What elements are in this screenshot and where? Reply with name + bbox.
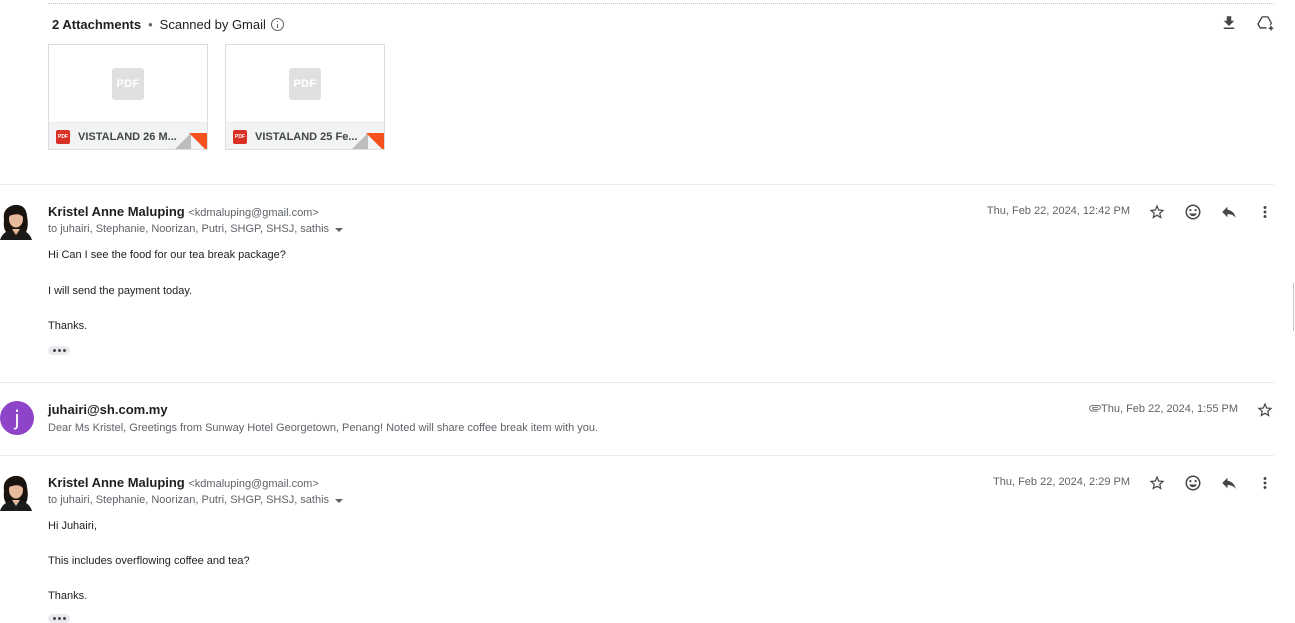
message-divider [0, 455, 1274, 456]
attachment-thumbnail: PDF [49, 45, 207, 122]
ellipsis-dot [52, 617, 56, 620]
pdf-file-icon: PDF [56, 130, 70, 144]
message-date[interactable]: Thu, Feb 22, 2024, 2:29 PM [980, 476, 1130, 488]
sender-avatar[interactable] [0, 202, 32, 240]
scanned-by-gmail-label: Scanned by Gmail [159, 16, 266, 32]
sender-avatar[interactable] [0, 473, 32, 511]
top-divider [48, 3, 1274, 4]
message-body-line: Hi Juhairi, [48, 520, 97, 532]
show-trimmed-content-button[interactable] [48, 614, 70, 623]
attachments-count: 2 Attachments [52, 16, 142, 32]
add-reaction-button[interactable] [1181, 471, 1205, 495]
attachment-filename: VISTALAND 26 M... [78, 131, 177, 143]
sender-name[interactable]: Kristel Anne Maluping [48, 475, 185, 490]
avatar-letter: j [14, 406, 20, 430]
more-options-button[interactable] [1253, 471, 1277, 495]
recipients-text: to juhairi, Stephanie, Noorizan, Putri, … [48, 223, 330, 235]
ellipsis-dot [57, 349, 61, 352]
add-reaction-button[interactable] [1181, 200, 1205, 224]
emoji-icon [1184, 203, 1202, 221]
star-button[interactable] [1253, 398, 1277, 422]
fold-corner-accent [366, 133, 384, 149]
emoji-icon [1184, 474, 1202, 492]
show-details-chevron-down-icon[interactable] [335, 499, 344, 503]
message-body-line: Hi Can I see the food for our tea break … [48, 249, 286, 261]
ellipsis-dot [52, 349, 56, 352]
sender-name[interactable]: Kristel Anne Maluping [48, 204, 185, 219]
ellipsis-dot [62, 349, 66, 352]
sender-avatar[interactable]: j [0, 401, 34, 435]
attachment-filename: VISTALAND 25 Fe... [255, 131, 358, 143]
message-body-line: I will send the payment today. [48, 285, 193, 297]
message-divider [0, 184, 1274, 185]
scrollbar-thumb[interactable] [1293, 283, 1294, 331]
message-body-line: Thanks. [48, 320, 88, 332]
attachment-footer: PDF VISTALAND 25 Fe... [226, 122, 384, 149]
sender-name[interactable]: juhairi@sh.com.my [48, 402, 168, 417]
recipients-line: to juhairi, Stephanie, Noorizan, Putri, … [48, 223, 344, 235]
message-header: Kristel Anne Maluping <kdmaluping@gmail.… [48, 475, 319, 490]
star-button[interactable] [1145, 200, 1169, 224]
star-button[interactable] [1145, 471, 1169, 495]
pdf-file-icon: PDF [233, 130, 247, 144]
reply-button[interactable] [1217, 471, 1241, 495]
show-details-chevron-down-icon[interactable] [335, 228, 344, 232]
message-divider [0, 382, 1274, 383]
more-vert-icon [1256, 203, 1274, 221]
download-all-button[interactable] [1217, 11, 1241, 35]
reply-icon [1220, 203, 1238, 221]
ellipsis-dot [57, 617, 61, 620]
pdf-thumbnail-icon: PDF [112, 67, 144, 100]
show-trimmed-content-button[interactable] [48, 346, 70, 355]
attachment-card[interactable]: PDF PDF VISTALAND 26 M... [48, 44, 208, 150]
sender-email: <kdmaluping@gmail.com> [188, 478, 319, 490]
attachment-card[interactable]: PDF PDF VISTALAND 25 Fe... [225, 44, 385, 150]
recipients-text: to juhairi, Stephanie, Noorizan, Putri, … [48, 494, 330, 506]
separator-dot: • [148, 16, 153, 32]
attachment-thumbnail: PDF [226, 45, 384, 122]
add-to-drive-icon [1256, 14, 1274, 32]
message-body-line: This includes overflowing coffee and tea… [48, 555, 250, 567]
star-icon [1256, 401, 1274, 419]
reply-button[interactable] [1217, 200, 1241, 224]
fold-corner-accent [189, 133, 207, 149]
more-options-button[interactable] [1253, 200, 1277, 224]
info-icon[interactable] [270, 17, 284, 31]
add-all-to-drive-button[interactable] [1253, 11, 1277, 35]
message-snippet[interactable]: Dear Ms Kristel, Greetings from Sunway H… [48, 422, 598, 434]
message-header: Kristel Anne Maluping <kdmaluping@gmail.… [48, 204, 319, 219]
attachments-header: 2 Attachments • Scanned by Gmail [52, 15, 284, 33]
sender-email: <kdmaluping@gmail.com> [188, 207, 319, 219]
attachment-footer: PDF VISTALAND 26 M... [49, 122, 207, 149]
recipients-line: to juhairi, Stephanie, Noorizan, Putri, … [48, 494, 344, 506]
reply-icon [1220, 474, 1238, 492]
ellipsis-dot [62, 617, 66, 620]
more-vert-icon [1256, 474, 1274, 492]
message-body-line: Thanks. [48, 590, 88, 602]
download-icon [1220, 14, 1238, 32]
message-date[interactable]: Thu, Feb 22, 2024, 1:55 PM [1088, 403, 1238, 415]
message-date[interactable]: Thu, Feb 22, 2024, 12:42 PM [980, 205, 1130, 217]
star-icon [1148, 203, 1166, 221]
pdf-thumbnail-icon: PDF [289, 67, 321, 100]
star-icon [1148, 474, 1166, 492]
